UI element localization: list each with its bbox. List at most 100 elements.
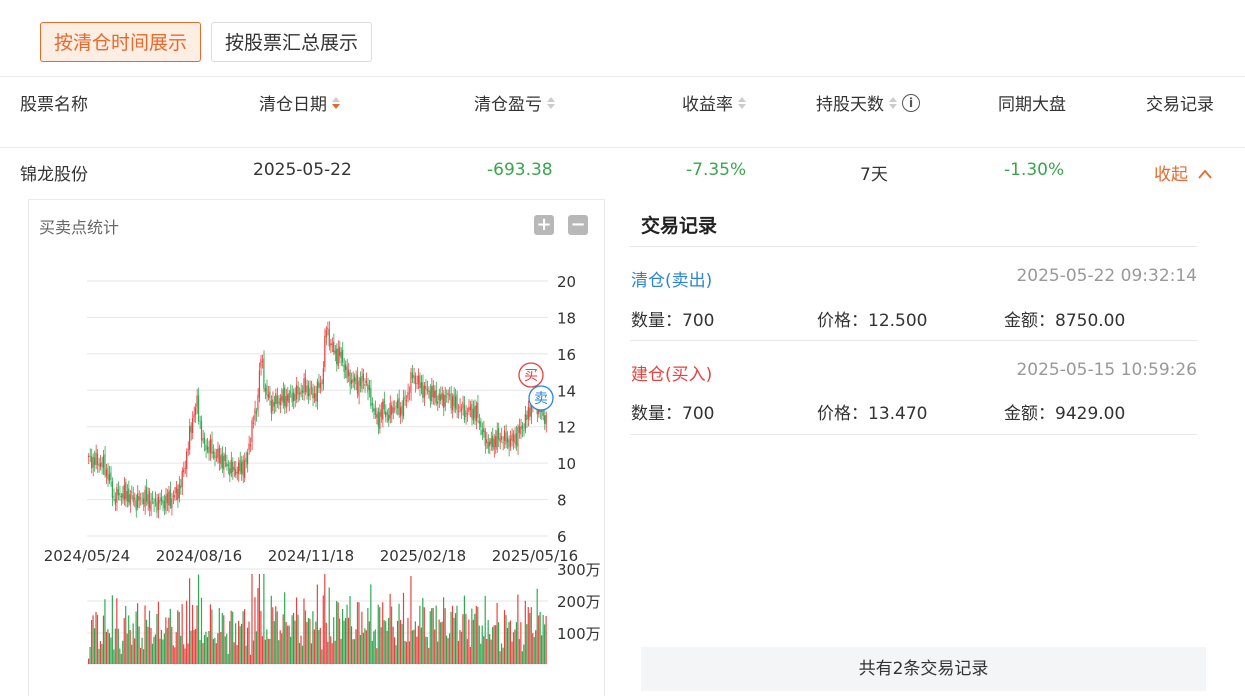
volume-bar <box>307 618 310 664</box>
candle-body <box>364 383 366 386</box>
candle-body <box>444 394 446 407</box>
volume-bar <box>331 643 333 664</box>
volume-bar <box>90 619 93 664</box>
candle-body <box>313 393 315 399</box>
volume-bar <box>429 611 431 664</box>
volume-bar <box>154 634 157 664</box>
candle-body <box>89 455 91 457</box>
volume-bar <box>157 601 160 664</box>
candle-body <box>233 466 235 470</box>
volume-bar <box>496 603 498 664</box>
volume-bar <box>545 615 547 664</box>
volume-bar <box>373 631 375 664</box>
candle-body <box>168 491 170 506</box>
volume-bar <box>379 607 381 664</box>
candle-body <box>214 452 216 459</box>
divider <box>630 246 1197 247</box>
candle-body <box>385 411 387 418</box>
candle-body <box>171 498 173 509</box>
volume-bar <box>193 630 195 664</box>
volume-bar <box>530 607 532 664</box>
candle-body <box>104 454 106 476</box>
candle-body <box>394 408 396 410</box>
volume-bar <box>239 626 241 664</box>
sort-desc-icon[interactable] <box>332 96 340 109</box>
volume-bar <box>512 632 515 664</box>
candle-body <box>315 393 317 402</box>
candle-body <box>401 405 403 415</box>
candle-body <box>330 343 332 346</box>
volume-bar <box>142 649 145 664</box>
header-clear-pnl[interactable]: 清仓盈亏 <box>474 90 555 115</box>
candle-body <box>499 438 501 442</box>
candle-body <box>365 380 367 384</box>
volume-bar <box>316 584 318 664</box>
volume-bar <box>365 630 367 664</box>
candle-body <box>362 373 364 382</box>
volume-bar <box>376 648 378 664</box>
sort-icon[interactable] <box>889 96 897 109</box>
volume-bar <box>190 630 192 664</box>
volume-bar <box>214 637 216 664</box>
candle-body <box>445 396 448 398</box>
sort-icon[interactable] <box>738 96 746 109</box>
volume-bar <box>248 621 250 664</box>
collapse-button[interactable]: 收起 <box>1154 160 1213 185</box>
candle-body <box>95 452 97 465</box>
volume-bar <box>377 604 379 664</box>
tab-by-clear-time[interactable]: 按清仓时间展示 <box>40 22 202 62</box>
candle-body <box>420 382 422 389</box>
record-price: 价格：13.470 <box>817 404 928 424</box>
volume-bar <box>205 631 207 664</box>
header-holding-days[interactable]: 持股天数 i <box>816 90 920 115</box>
collapse-label: 收起 <box>1154 165 1188 185</box>
volume-bar <box>141 637 143 664</box>
sort-icon[interactable] <box>547 96 555 109</box>
candle-body <box>110 472 112 480</box>
candle-body <box>545 414 547 425</box>
volume-bar <box>385 621 387 664</box>
volume-bar <box>139 647 142 664</box>
volume-bar <box>263 574 265 664</box>
volume-bar <box>235 623 237 664</box>
candle-body <box>141 500 143 502</box>
volume-bar <box>169 608 171 664</box>
candle-body <box>246 452 249 465</box>
record-type: 建仓(买入) <box>631 365 713 385</box>
candle-body <box>451 396 454 411</box>
candle-body <box>432 385 434 398</box>
volume-bar <box>428 647 430 664</box>
candle-body <box>102 455 105 468</box>
volume-bar <box>172 645 174 664</box>
volume-bar <box>221 612 223 664</box>
volume-bar <box>506 628 509 664</box>
candle-body <box>232 461 234 473</box>
tab-by-stock-summary[interactable]: 按股票汇总展示 <box>211 22 373 62</box>
volume-bar <box>227 653 229 664</box>
record-price: 价格：12.500 <box>817 311 928 331</box>
volume-bar <box>306 621 308 664</box>
candle-body <box>325 330 327 338</box>
volume-bar <box>132 623 134 664</box>
candle-body <box>361 376 363 389</box>
trade-marker-label: 买 <box>524 368 538 384</box>
chevron-up-icon <box>1198 169 1213 179</box>
candle-body <box>353 376 356 382</box>
candle-body <box>515 433 517 446</box>
header-return-rate[interactable]: 收益率 <box>682 90 746 115</box>
stock-name[interactable]: 锦龙股份 <box>20 160 88 185</box>
kline-chart[interactable]: 20 18 16 14 12 10 8 6 2024/05/24 2024/08/16 2024/1… <box>0 196 600 696</box>
volume-bar <box>451 605 454 664</box>
header-clear-date[interactable]: 清仓日期 <box>259 90 340 115</box>
volume-bar <box>448 633 451 664</box>
volume-bar <box>361 611 363 664</box>
candle-body <box>223 455 225 470</box>
candle-body <box>269 391 271 399</box>
volume-bar <box>211 609 213 664</box>
info-icon[interactable]: i <box>902 93 920 112</box>
volume-bar <box>321 649 323 664</box>
candle-body <box>448 394 451 396</box>
volume-bar <box>362 632 364 664</box>
volume-bar <box>391 606 393 664</box>
volume-bar <box>126 633 128 664</box>
